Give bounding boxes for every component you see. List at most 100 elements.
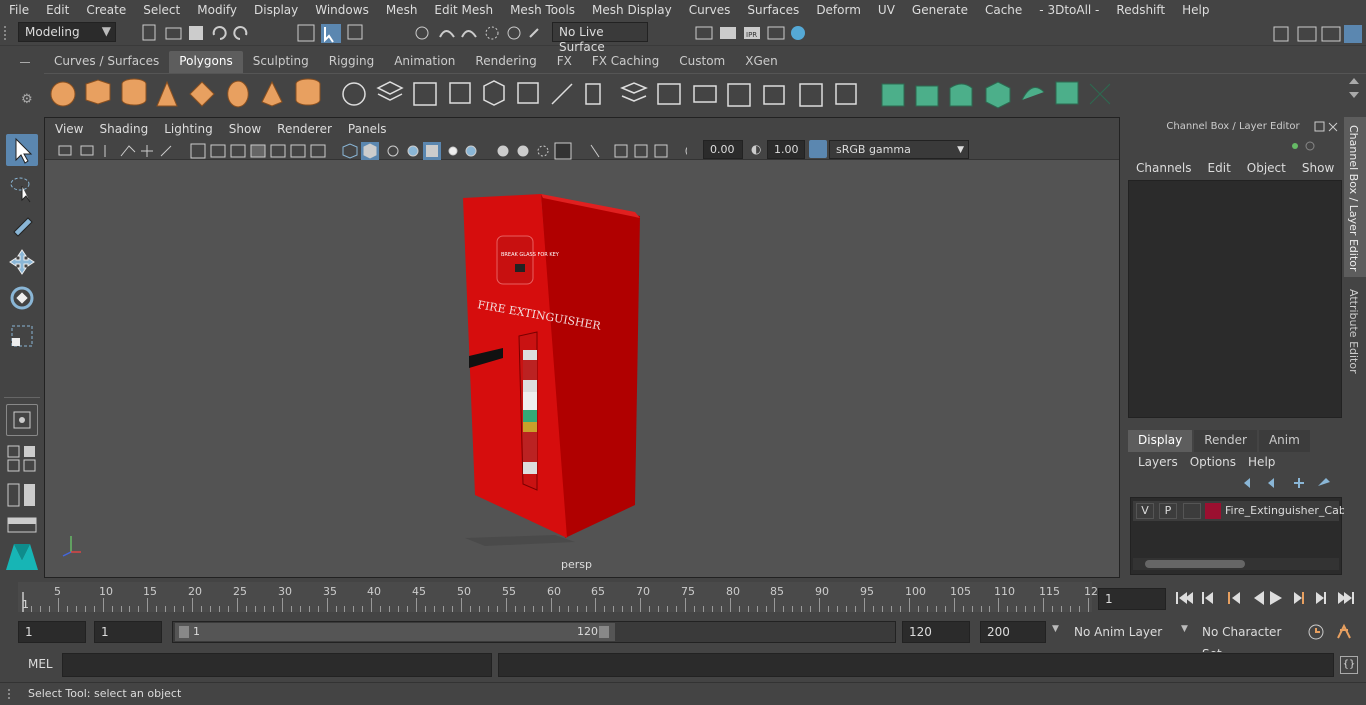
selection-mode-icons[interactable] [296,23,366,43]
tab-rigging[interactable]: Rigging [319,51,384,73]
tab-fx[interactable]: FX [547,51,582,73]
color-management-icon[interactable] [809,140,827,158]
playback-end-field[interactable]: 120 [902,621,970,643]
menu-redshift[interactable]: Redshift [1107,3,1173,17]
menu-windows[interactable]: Windows [306,3,377,17]
menu-mesh-display[interactable]: Mesh Display [583,3,680,17]
tab-channel-box[interactable]: Channel Box / Layer Editor [1344,117,1366,277]
layer-menu-help[interactable]: Help [1248,455,1275,469]
scale-tool-icon[interactable] [6,320,38,352]
graph-layout-icon[interactable] [6,516,38,534]
viewport-menu-renderer[interactable]: Renderer [267,122,338,136]
menu-curves[interactable]: Curves [680,3,739,17]
gamma-field[interactable]: 1.00 [767,140,805,159]
live-surface-field[interactable]: No Live Surface [552,22,648,54]
start-time-field[interactable]: 1 [18,621,86,643]
viewport-canvas[interactable]: BREAK GLASS FOR KEY FIRE EXTINGUISHER pe… [45,160,1119,577]
menu-surfaces[interactable]: Surfaces [738,3,807,17]
menu-edit[interactable]: Edit [37,3,77,17]
select-tool-icon[interactable] [6,134,38,166]
panel-layout-icons[interactable] [1270,23,1364,45]
workspace-dropdown[interactable]: Modeling ▼ [18,22,116,42]
layer-row[interactable]: V P Fire_Extinguisher_Cab [1133,501,1346,521]
channel-menu-edit[interactable]: Edit [1208,161,1231,175]
layout-icons[interactable] [6,444,38,474]
tab-anim[interactable]: Anim [1258,430,1310,452]
menu-mesh[interactable]: Mesh [377,3,426,17]
shelf-icons[interactable] [44,74,1366,116]
range-start-handle[interactable] [179,626,189,638]
layer-menu-options[interactable]: Options [1190,455,1236,469]
menu-modify[interactable]: Modify [188,3,245,17]
visibility-toggle[interactable]: V [1136,503,1154,519]
float-close-icons[interactable] [1314,121,1340,133]
channel-list[interactable] [1128,180,1342,418]
menu-3dtoall[interactable]: - 3DtoAll - [1030,3,1107,17]
viewport-menu-shading[interactable]: Shading [89,122,154,136]
channel-menu-channels[interactable]: Channels [1136,161,1192,175]
channel-icons[interactable] [1290,139,1320,153]
menu-display[interactable]: Display [245,3,306,17]
menu-select[interactable]: Select [134,3,188,17]
file-ops-icons[interactable] [140,23,260,43]
anim-layer-dropdown[interactable]: No Anim Layer [1068,621,1192,643]
menu-file[interactable]: File [0,3,37,17]
time-ruler[interactable]: 5 10 15 20 25 30 35 40 45 50 55 60 65 70 75 80 85 90 95 100… [18,582,1098,612]
scroll-thumb[interactable] [1145,560,1245,568]
channel-menu-show[interactable]: Show [1302,161,1334,175]
end-time-field[interactable]: 200 [980,621,1046,643]
tab-rendering[interactable]: Rendering [465,51,546,73]
range-extra-icons[interactable] [1306,622,1362,642]
command-input[interactable] [62,653,492,677]
gear-icon[interactable]: ⚙ [21,92,33,107]
outliner-layout-icon[interactable] [6,482,38,508]
render-icons[interactable]: IPR [692,23,812,43]
rotate-tool-icon[interactable] [6,282,38,314]
script-editor-icon[interactable]: {} [1340,656,1358,674]
layer-action-icons[interactable] [1242,476,1336,490]
lasso-tool-icon[interactable] [6,172,38,204]
exposure-field[interactable]: 0.00 [703,140,743,159]
tab-custom[interactable]: Custom [669,51,735,73]
range-bar-track[interactable]: 1 120 [172,621,896,643]
viewport-menu-view[interactable]: View [45,122,89,136]
range-bar-fill[interactable]: 1 120 [175,623,615,641]
channel-menu-object[interactable]: Object [1247,161,1286,175]
menu-create[interactable]: Create [77,3,134,17]
color-space-dropdown[interactable]: sRGB gamma ▼ [829,140,969,159]
layer-menu-layers[interactable]: Layers [1138,455,1178,469]
menu-deform[interactable]: Deform [807,3,869,17]
current-frame-field[interactable]: 1 [1098,588,1166,610]
viewport-menu-show[interactable]: Show [219,122,267,136]
display-type-toggle[interactable] [1183,503,1201,519]
viewport-tool-icons[interactable] [57,142,687,160]
viewport-menu-lighting[interactable]: Lighting [154,122,219,136]
soft-select-icon[interactable] [6,404,38,436]
tab-display[interactable]: Display [1128,430,1193,452]
playback-start-field[interactable]: 1 [94,621,162,643]
paint-select-icon[interactable] [6,208,38,240]
menu-uv[interactable]: UV [869,3,903,17]
tab-curves-surfaces[interactable]: Curves / Surfaces [44,51,169,73]
menu-generate[interactable]: Generate [903,3,976,17]
tab-sculpting[interactable]: Sculpting [243,51,319,73]
playback-controls[interactable] [1174,588,1364,608]
menu-help[interactable]: Help [1173,3,1217,17]
playback-toggle[interactable]: P [1159,503,1177,519]
tab-render[interactable]: Render [1194,430,1257,452]
tab-polygons[interactable]: Polygons [169,51,243,73]
character-set-dropdown[interactable]: No Character Set [1196,621,1300,661]
menu-cache[interactable]: Cache [976,3,1030,17]
move-tool-icon[interactable] [6,246,38,278]
tab-animation[interactable]: Animation [384,51,465,73]
tab-fx-caching[interactable]: FX Caching [582,51,669,73]
shelf-menu-icon[interactable] [20,62,30,63]
layer-color-swatch[interactable] [1205,503,1221,519]
menu-mesh-tools[interactable]: Mesh Tools [501,3,583,17]
menu-edit-mesh[interactable]: Edit Mesh [425,3,501,17]
snap-icons[interactable] [412,23,552,43]
mel-label[interactable]: MEL [28,657,53,671]
chevron-down-icon[interactable]: ▼ [1181,624,1188,634]
time-slider[interactable]: 5 10 15 20 25 30 35 40 45 50 55 60 65 70 75 80 85 90 95 100… [0,578,1366,618]
layer-scrollbar[interactable] [1133,558,1339,570]
